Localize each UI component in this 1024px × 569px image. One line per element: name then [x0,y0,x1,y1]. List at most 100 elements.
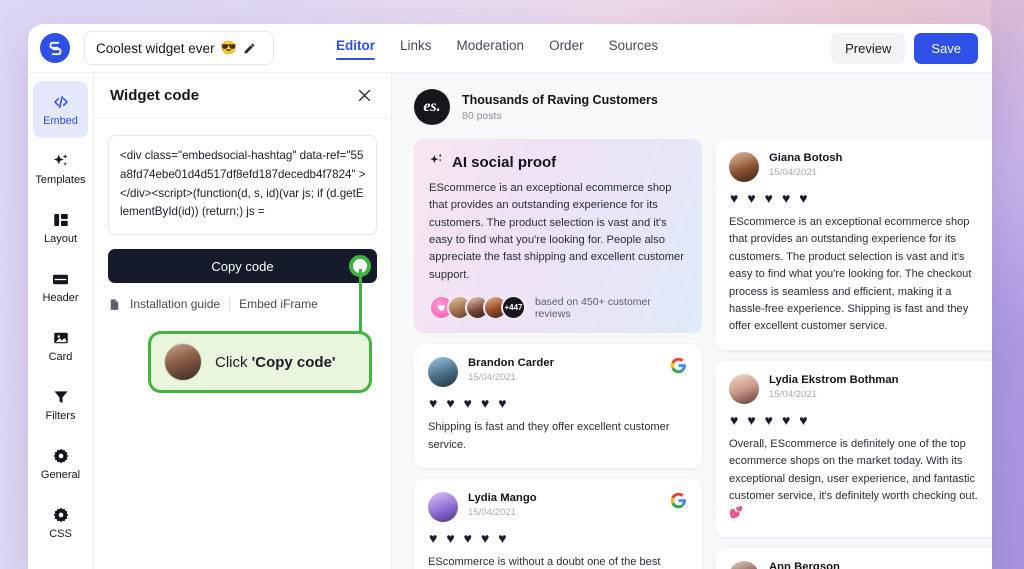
widget-title-input[interactable]: Coolest widget ever 😎 [84,31,274,65]
main-nav-tabs: Editor Links Moderation Order Sources [336,38,659,60]
review-date: 15/04/2021 [769,388,818,400]
close-icon[interactable] [356,87,373,104]
sidebar-item-header[interactable]: Header [33,258,88,315]
sidebar-item-css[interactable]: CSS [33,494,88,551]
heart-icon: ♥ [764,411,773,428]
review-text: EScommerce is an exceptional ecommerce s… [729,216,972,333]
review-author-block: Ann Bergson 15/04/2021 [769,561,840,569]
top-bar: Coolest widget ever 😎 Editor Links Moder… [28,24,992,73]
sidebar-item-general[interactable]: General [33,435,88,492]
tab-order[interactable]: Order [549,38,584,58]
review-card[interactable]: Ann Bergson 15/04/2021 ♥ ♥ ♥ ♥ ♥ Hey, ha… [715,547,992,569]
tab-sources[interactable]: Sources [609,38,659,58]
heart-icon: ♥ [463,395,472,412]
ai-card-body: EScommerce is an exceptional ecommerce s… [429,182,684,281]
review-text: Overall, EScommerce is definitely one of… [729,437,978,520]
sidebar-item-templates[interactable]: Templates [33,140,88,197]
review-author-block: Lydia Mango 15/04/2021 [468,492,537,518]
installation-guide-link[interactable]: Installation guide [130,297,220,311]
ai-card-title: AI social proof [452,153,557,171]
rating-hearts: ♥ ♥ ♥ ♥ ♥ [429,396,688,410]
review-text: Shipping is fast and they offer excellen… [428,421,670,451]
click-copy-code-callout: Click 'Copy code' [148,331,372,393]
save-button[interactable]: Save [914,32,978,64]
workspace: Embed Templates Layout Header Card Filte… [28,73,992,569]
review-card[interactable]: Brandon Carder 15/04/2021 ♥ ♥ ♥ ♥ ♥ Ship… [414,344,702,468]
callout-prefix: Click [215,353,252,371]
preview-button[interactable]: Preview [831,32,906,64]
avatar [164,343,202,381]
heart-icon: ♥ [764,190,773,206]
code-icon [52,92,70,112]
review-header: Ann Bergson 15/04/2021 [729,560,989,569]
review-card[interactable]: Giana Botosh 15/04/2021 ♥ ♥ ♥ ♥ ♥ EScomm… [715,139,992,350]
document-icon [108,298,121,311]
widget-code-panel: Widget code <div class="embedsocial-hash… [94,73,392,569]
embed-iframe-link[interactable]: Embed iFrame [239,297,318,311]
image-icon [52,328,70,348]
sunglasses-emoji-icon: 😎 [220,40,237,55]
sidebar-item-label: Templates [35,174,86,186]
heart-icon: ♥ [480,529,490,546]
heart-icon: ♥ [799,190,808,206]
callout-connector-line [359,269,362,335]
gear-icon [52,446,70,466]
heart-icon: ♥ [446,395,455,412]
embed-code-box[interactable]: <div class="embedsocial-hashtag" data-re… [108,135,377,236]
sidebar-item-embed[interactable]: Embed [33,81,88,138]
heart-icon: ♥ [429,395,438,412]
sparkles-icon [429,152,445,172]
preview-header: es. Thousands of Raving Customers 80 pos… [392,73,992,125]
avatar-overflow-badge: +447 [501,295,526,321]
tab-moderation[interactable]: Moderation [457,38,525,58]
widget-preview: es. Thousands of Raving Customers 80 pos… [392,73,992,569]
widget-title-text: Coolest widget ever [96,40,215,56]
sidebar-item-card[interactable]: Card [33,317,88,374]
brand-logo-icon[interactable] [40,33,70,63]
top-bar-actions: Preview Save [831,32,978,64]
heart-icon: ♥ [747,190,756,206]
ai-social-proof-card: AI social proof EScommerce is an excepti… [414,139,702,334]
heart-icon: ♥ [498,395,507,412]
review-date: 15/04/2021 [468,506,517,518]
sidebar-item-label: Card [48,351,73,363]
avatar-stack: +447 [429,295,526,321]
preview-post-count: 80 posts [462,109,502,122]
heart-icon: ♥ [730,190,739,206]
review-card[interactable]: Lydia Ekstrom Bothman 15/04/2021 ♥ ♥ ♥ ♥… [715,360,992,537]
review-date: 15/04/2021 [769,167,818,178]
embedsocial-logo-icon: es. [414,89,450,125]
heart-icon: ♥ [799,411,808,428]
avatar [729,373,759,404]
rating-hearts: ♥ ♥ ♥ ♥ ♥ [730,191,989,205]
heart-icon: ♥ [730,411,739,428]
sidebar-item-label: Filters [45,410,76,422]
sidebar-item-filters[interactable]: Filters [33,376,88,433]
copy-code-label: Copy code [211,258,274,274]
sidebar-item-label: Embed [43,115,78,127]
google-icon [670,357,688,375]
review-author-name: Brandon Carder [468,357,554,370]
copy-code-button[interactable]: Copy code [108,249,377,284]
avatar [428,357,458,388]
tab-links[interactable]: Links [400,38,432,58]
left-sidebar: Embed Templates Layout Header Card Filte… [28,73,94,569]
heart-icon: ♥ [429,529,438,546]
sidebar-item-label: CSS [49,528,72,540]
tab-editor[interactable]: Editor [336,38,375,60]
review-author-name: Lydia Mango [468,491,537,504]
heart-icon: ♥ [480,395,490,412]
review-card[interactable]: Lydia Mango 15/04/2021 ♥ ♥ ♥ ♥ ♥ EScomme… [414,478,702,569]
review-header: Brandon Carder 15/04/2021 [428,357,688,388]
review-author-name: Ann Bergson [769,560,840,569]
background-accent-band [991,0,1024,569]
review-date: 15/04/2021 [468,372,517,384]
preview-title: Thousands of Raving Customers [462,92,658,107]
sidebar-item-layout[interactable]: Layout [33,199,88,256]
review-header: Giana Botosh 15/04/2021 [729,152,989,182]
review-author-block: Brandon Carder 15/04/2021 [468,357,554,383]
heart-icon: ♥ [781,411,791,428]
panel-links-row: Installation guide Embed iFrame [108,297,377,311]
embed-code-text: <div class="embedsocial-hashtag" data-re… [120,149,366,219]
pencil-icon[interactable] [243,42,256,55]
